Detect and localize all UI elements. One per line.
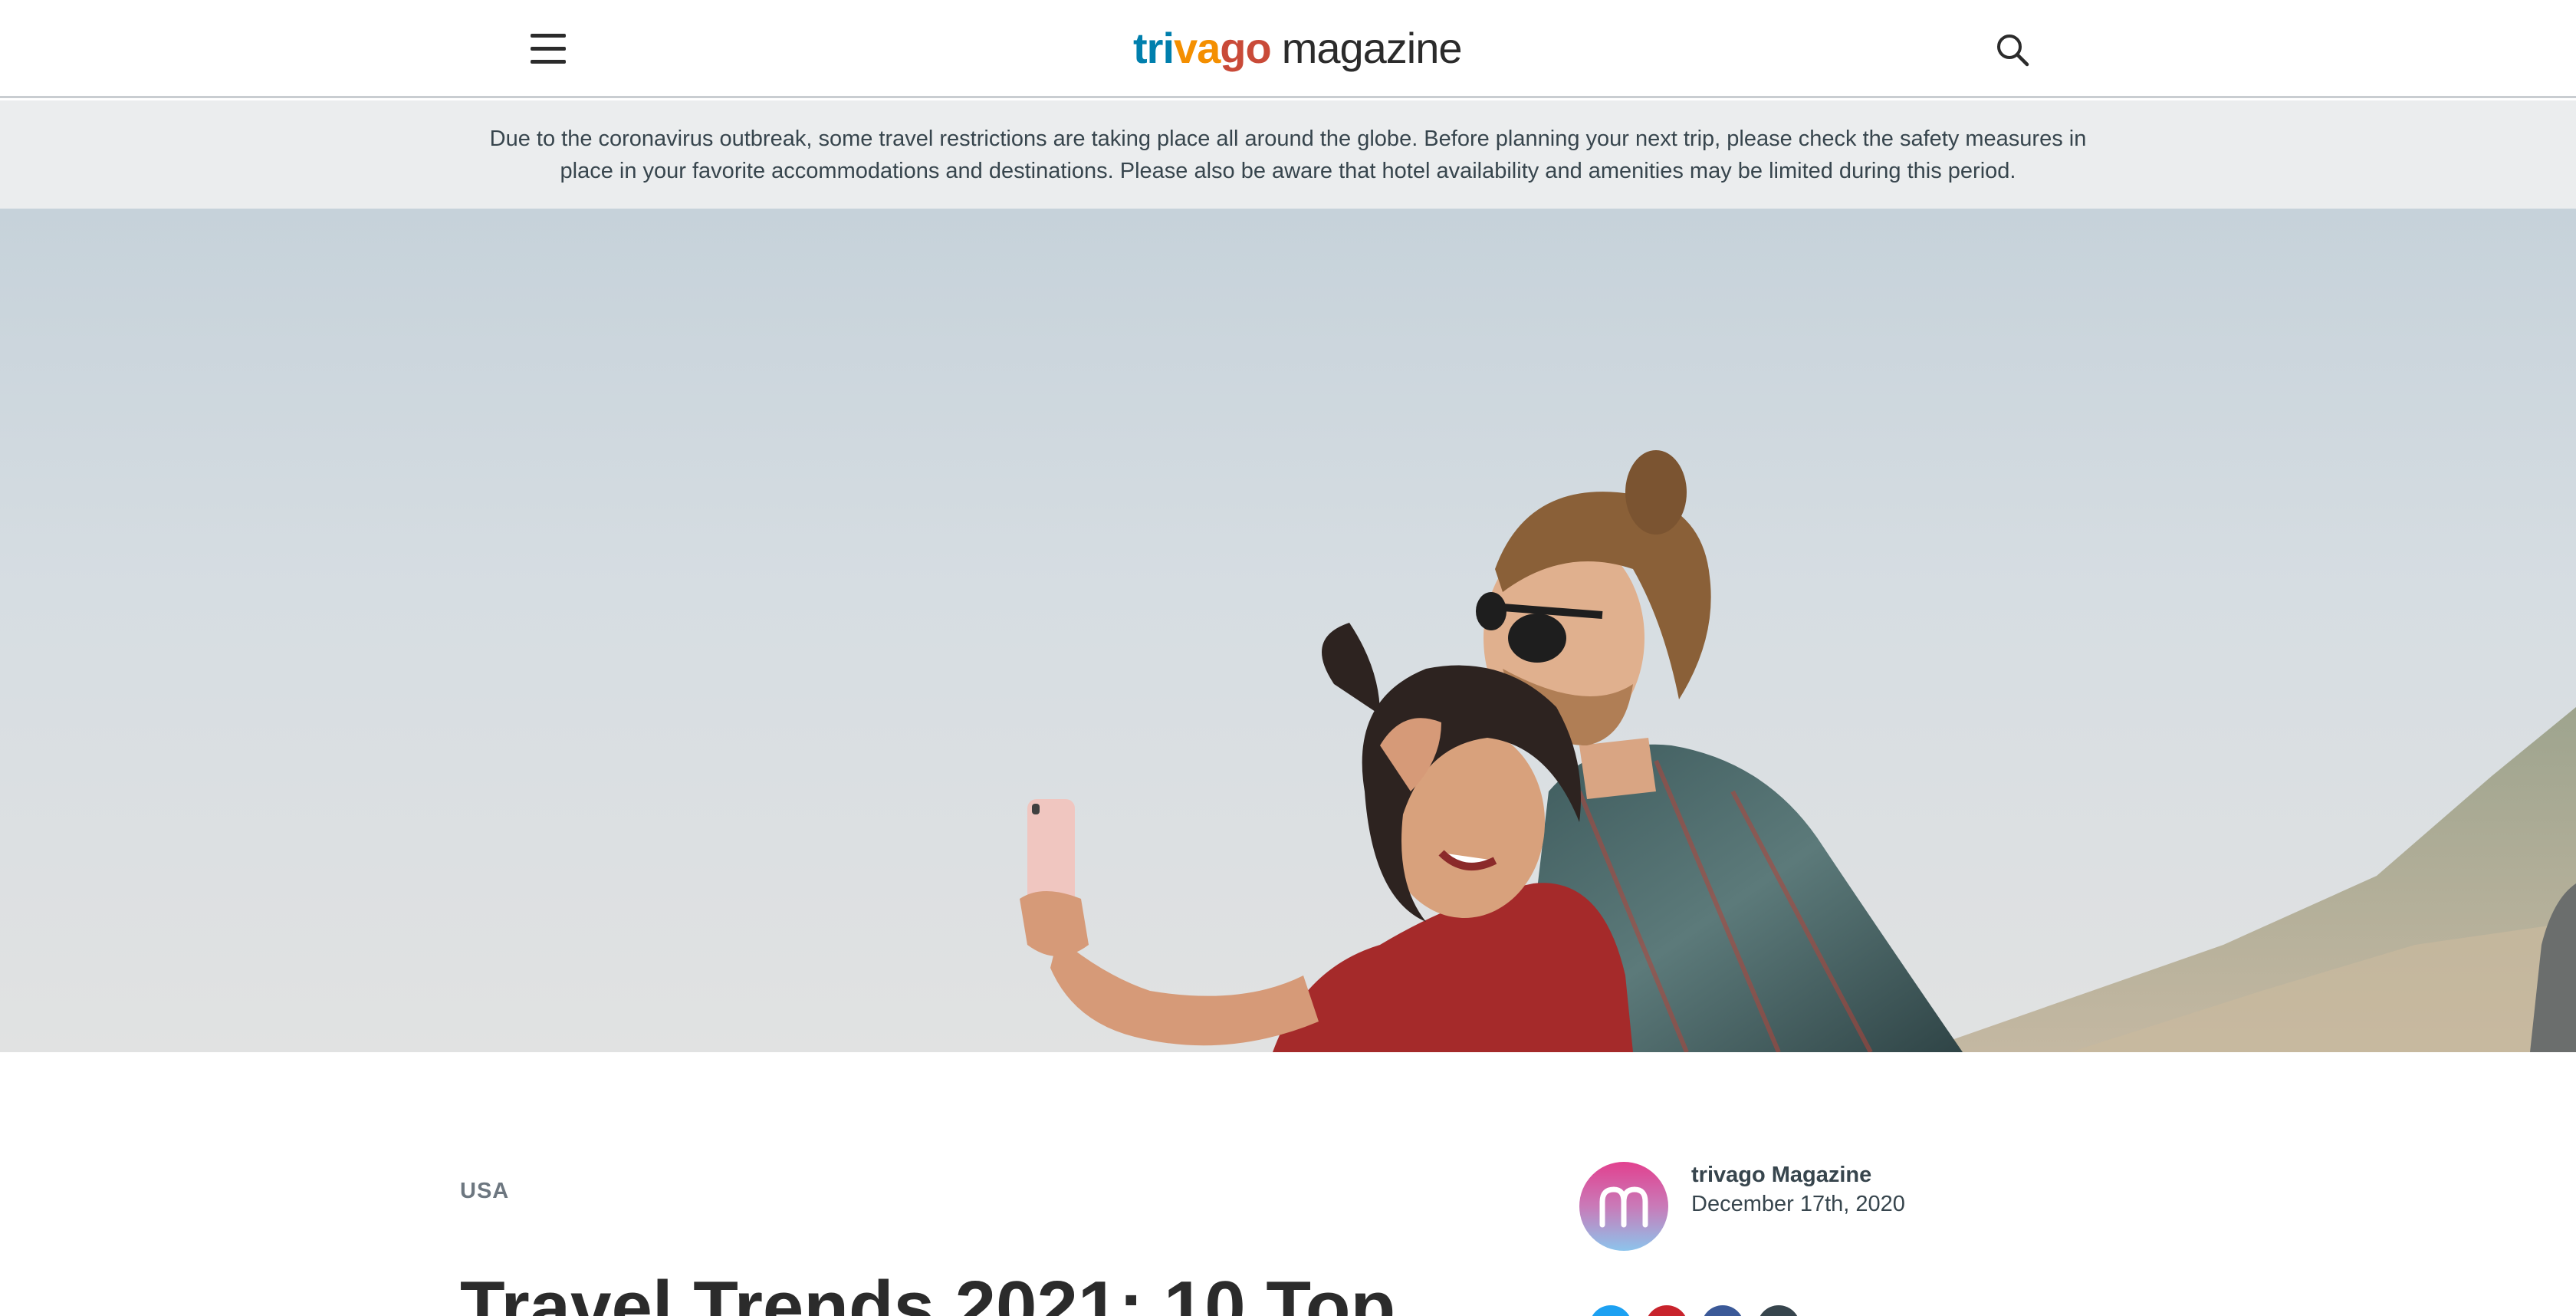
share-pinterest-button[interactable] [1645,1305,1688,1316]
publish-date: December 17th, 2020 [1691,1192,1905,1216]
search-icon [1997,35,2029,67]
menu-button[interactable] [527,31,570,67]
covid-notice-text: Due to the coronavirus outbreak, some tr… [489,126,2087,183]
magazine-m-logo [1599,1186,1648,1228]
logo-brand: trivago [1133,24,1272,72]
hero-image [0,209,2576,1052]
hamburger-menu-icon-bar [531,47,566,51]
logo-word: magazine [1281,24,1463,72]
hero-photo-couple-selfie [1020,450,2576,1052]
hamburger-menu-icon [531,34,566,38]
logo-brand-part-3: go [1220,24,1271,72]
article-title: Travel Trends 2021: 10 Top [460,1266,1396,1316]
logo-brand-part-2: va [1174,24,1221,72]
author-name[interactable]: trivago Magazine [1691,1163,1871,1188]
site-header: trivago magazine [0,0,2576,98]
covid-notice-banner: Due to the coronavirus outbreak, some tr… [0,100,2576,209]
logo-brand-part-1: tri [1133,24,1175,72]
article-category[interactable]: USA [460,1179,509,1204]
share-mail-button[interactable] [1757,1305,1800,1316]
share-twitter-button[interactable] [1589,1305,1632,1316]
search-button[interactable] [1993,31,2032,69]
author-avatar [1579,1162,1668,1251]
hamburger-menu-icon-bar [531,60,566,64]
share-facebook-button[interactable] [1701,1305,1744,1316]
trivago-magazine-logo[interactable]: trivago magazine [1133,21,1463,75]
